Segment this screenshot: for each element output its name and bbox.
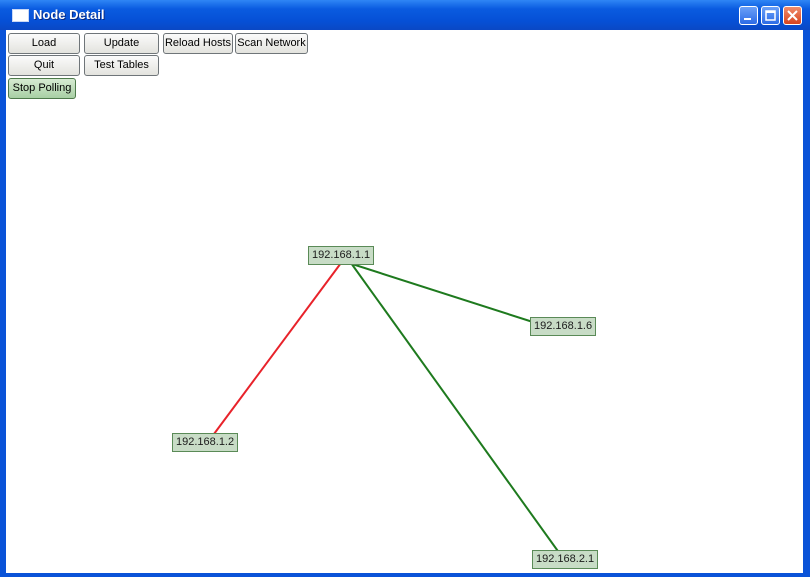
scan-network-button[interactable]: Scan Network: [235, 33, 308, 54]
node-192-168-1-2[interactable]: 192.168.1.2: [172, 433, 239, 452]
minimize-icon: [744, 18, 751, 20]
title-bar[interactable]: Node Detail: [0, 0, 810, 30]
window-icon: [12, 9, 29, 22]
quit-button[interactable]: Quit: [8, 55, 80, 76]
update-button[interactable]: Update: [84, 33, 159, 54]
test-tables-button[interactable]: Test Tables: [84, 55, 159, 76]
node-192-168-1-6[interactable]: 192.168.1.6: [530, 317, 597, 336]
maximize-icon: [765, 10, 776, 21]
stop-polling-button[interactable]: Stop Polling: [8, 78, 76, 99]
minimize-button[interactable]: [739, 6, 758, 25]
reload-hosts-button[interactable]: Reload Hosts: [163, 33, 233, 54]
close-icon: [787, 10, 798, 21]
graph-canvas[interactable]: Load Update Reload Hosts Scan Network Qu…: [6, 30, 803, 573]
app-window: Node Detail Load Update Reload Hosts Sca…: [0, 0, 810, 577]
close-button[interactable]: [783, 6, 802, 25]
link-1-1-to-2-1: [350, 262, 561, 555]
node-192-168-2-1[interactable]: 192.168.2.1: [532, 550, 599, 569]
link-1-1-to-1-2: [210, 262, 342, 439]
load-button[interactable]: Load: [8, 33, 80, 54]
link-layer: [210, 262, 561, 555]
link-1-1-to-1-6: [348, 262, 537, 324]
window-title: Node Detail: [33, 7, 105, 22]
maximize-button[interactable]: [761, 6, 780, 25]
node-192-168-1-1[interactable]: 192.168.1.1: [308, 246, 375, 265]
